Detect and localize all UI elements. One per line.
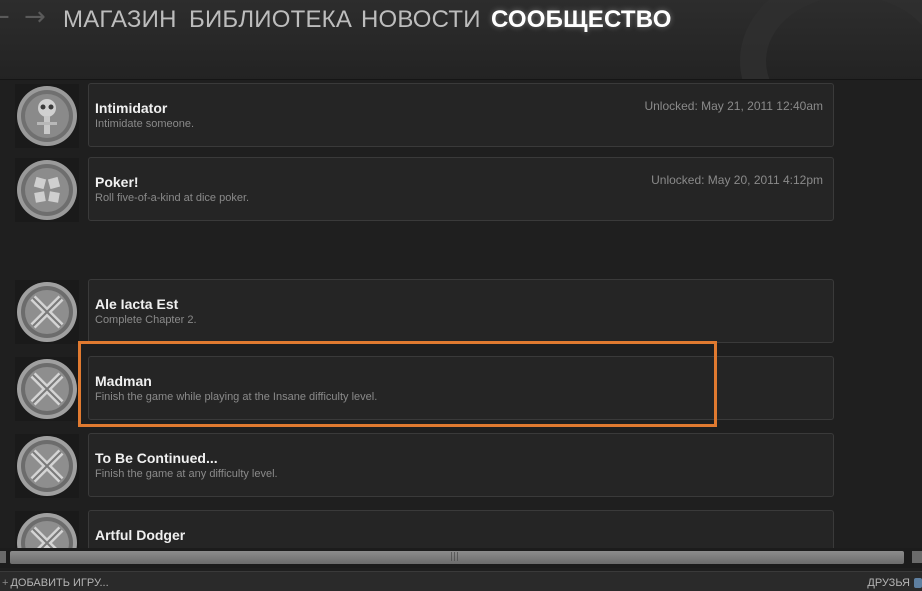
steam-logo-watermark [740, 0, 922, 80]
achievement-description: Finish the game at any difficulty level. [95, 468, 278, 480]
bottom-bar: + ДОБАВИТЬ ИГРУ... ДРУЗЬЯ [0, 571, 922, 591]
dice-medal-icon [15, 158, 79, 222]
achievement-name: To Be Continued... [95, 450, 218, 466]
achievement-card[interactable]: To Be Continued... Finish the game at an… [88, 433, 834, 497]
tab-community[interactable]: СООБЩЕСТВО [491, 6, 672, 34]
tab-library[interactable]: БИБЛИОТЕКА [189, 6, 352, 34]
achievement-unlock-time: Unlocked: May 20, 2011 4:12pm [651, 173, 823, 187]
add-game-button[interactable]: + ДОБАВИТЬ ИГРУ... [2, 577, 109, 589]
grip-icon: ||| [450, 552, 460, 562]
top-nav-bar: ← → МАГАЗИН БИБЛИОТЕКА НОВОСТИ СООБЩЕСТВ… [0, 0, 922, 80]
achievement-name: Intimidator [95, 100, 168, 116]
achievement-description: Roll five-of-a-kind at dice poker. [95, 192, 250, 204]
tab-store[interactable]: МАГАЗИН [63, 6, 177, 34]
forward-arrow-icon[interactable]: → [24, 2, 46, 32]
chapter-medal-icon [15, 280, 79, 344]
achievement-description: Complete Chapter 2. [95, 314, 197, 326]
horizontal-scrollbar[interactable]: ||| [0, 548, 922, 568]
scroll-left-button[interactable] [0, 551, 6, 563]
achievement-description: Intimidate someone. [95, 118, 195, 130]
achievement-card[interactable]: Intimidator Intimidate someone. Unlocked… [88, 83, 834, 147]
achievement-card[interactable]: Poker! Roll five-of-a-kind at dice poker… [88, 157, 834, 221]
tab-news[interactable]: НОВОСТИ [361, 6, 481, 34]
friends-button[interactable]: ДРУЗЬЯ [867, 577, 910, 589]
back-arrow-icon[interactable]: ← [0, 2, 10, 32]
add-game-label: ДОБАВИТЬ ИГРУ... [10, 577, 109, 589]
plus-icon: + [2, 577, 9, 589]
achievement-card[interactable]: Artful Dodger [88, 510, 834, 548]
highlight-box [78, 341, 717, 427]
achievement-card[interactable]: Ale Iacta Est Complete Chapter 2. [88, 279, 834, 343]
achievements-list: Intimidator Intimidate someone. Unlocked… [0, 80, 922, 548]
achievement-unlock-time: Unlocked: May 21, 2011 12:40am [644, 99, 823, 113]
chapter-medal-icon [15, 511, 79, 548]
achievement-name: Poker! [95, 174, 139, 190]
chapter-medal-icon [15, 357, 79, 421]
chapter-medal-icon [15, 434, 79, 498]
achievement-name: Artful Dodger [95, 527, 186, 543]
scrollbar-thumb[interactable]: ||| [10, 551, 904, 564]
skull-medal-icon [15, 84, 79, 148]
friends-status-icon [914, 578, 922, 588]
achievement-name: Ale Iacta Est [95, 296, 179, 312]
scroll-right-button[interactable] [912, 551, 922, 563]
